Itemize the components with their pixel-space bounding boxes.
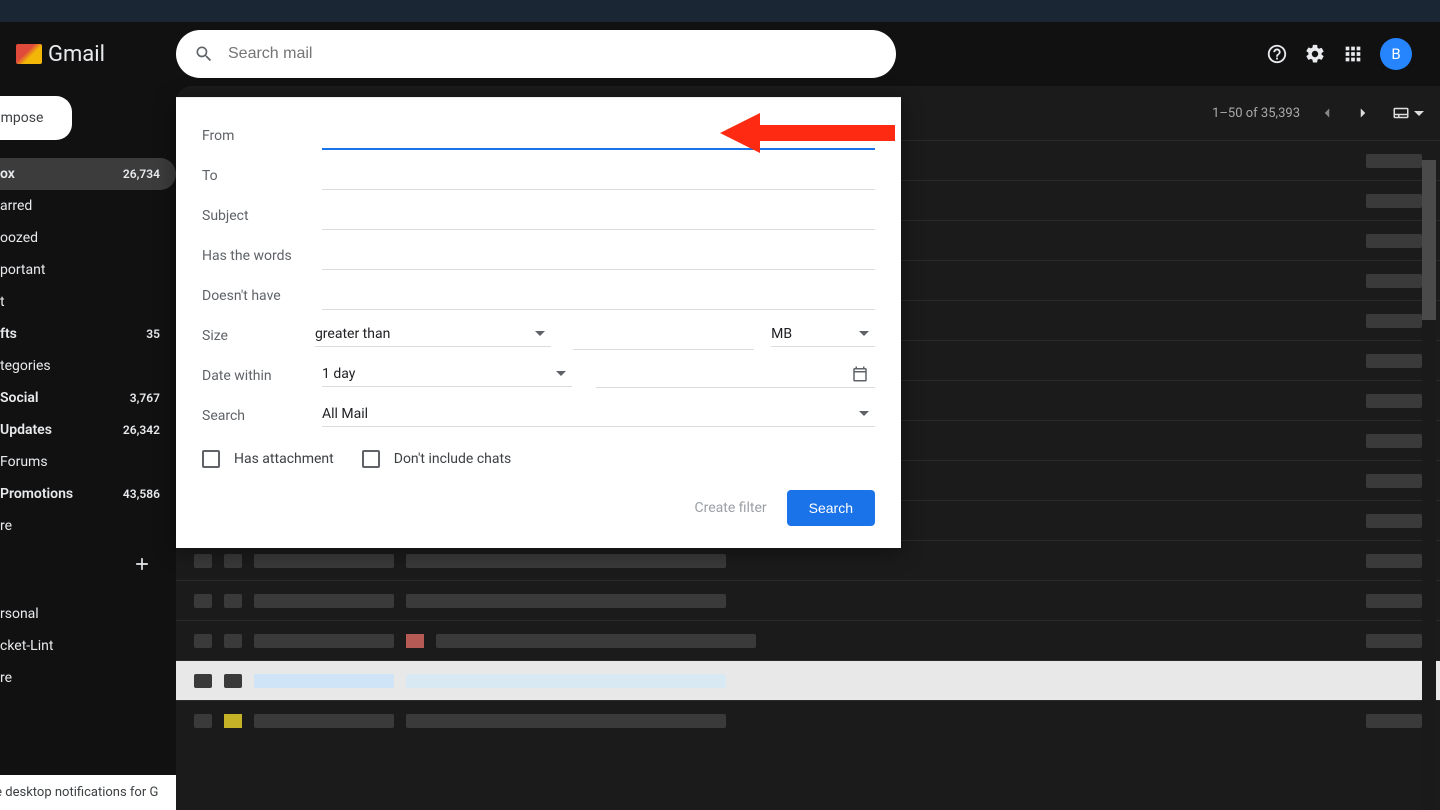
- search-input[interactable]: [228, 45, 878, 63]
- apps-grid-icon[interactable]: [1342, 43, 1364, 65]
- size-unit-select[interactable]: MB: [771, 326, 875, 347]
- sidebar-item-count: 26,734: [123, 167, 160, 181]
- sidebar-item-updates[interactable]: Updates26,342: [0, 414, 176, 446]
- gear-icon[interactable]: [1304, 43, 1326, 65]
- size-operator-select[interactable]: greater than: [315, 326, 551, 347]
- sidebar-item-starred[interactable]: arred: [0, 190, 176, 222]
- help-icon[interactable]: [1266, 43, 1288, 65]
- next-page-icon[interactable]: [1354, 104, 1372, 122]
- dont-include-chats-checkbox[interactable]: Don't include chats: [362, 450, 512, 468]
- sidebar-item-drafts[interactable]: fts35: [0, 318, 176, 350]
- calendar-icon: [851, 365, 869, 383]
- search-in-select[interactable]: All Mail: [322, 406, 875, 427]
- advanced-search-panel: From To Subject Has the words Doesn't ha…: [176, 97, 901, 548]
- sidebar-label-more[interactable]: re: [0, 662, 176, 694]
- size-label: Size: [202, 328, 315, 344]
- create-filter-button[interactable]: Create filter: [694, 500, 766, 516]
- subject-label: Subject: [202, 208, 322, 224]
- chevron-down-icon: [556, 371, 566, 376]
- from-label: From: [202, 128, 322, 144]
- gmail-logo[interactable]: Gmail: [16, 42, 176, 67]
- date-within-select[interactable]: 1 day: [322, 366, 572, 387]
- sidebar-item-more[interactable]: re: [0, 510, 176, 542]
- sidebar-item-categories[interactable]: tegories: [0, 350, 176, 382]
- size-value-input[interactable]: [573, 322, 754, 350]
- to-input[interactable]: [322, 162, 875, 190]
- table-row[interactable]: [176, 620, 1440, 660]
- sidebar-item-snoozed[interactable]: oozed: [0, 222, 176, 254]
- search-bar[interactable]: [176, 30, 896, 78]
- search-icon: [194, 44, 214, 64]
- sidebar-item-label: ox: [0, 166, 15, 182]
- app-header: Gmail B: [0, 22, 1440, 86]
- checkbox-icon: [202, 450, 220, 468]
- to-label: To: [202, 168, 322, 184]
- input-tools-button[interactable]: [1390, 104, 1424, 122]
- doesnt-have-label: Doesn't have: [202, 288, 322, 304]
- chevron-down-icon: [535, 331, 545, 336]
- checkbox-icon: [362, 450, 380, 468]
- chevron-down-icon: [859, 411, 869, 416]
- table-row[interactable]: [176, 660, 1440, 700]
- sidebar: mpose ox 26,734 arred oozed portant t ft…: [0, 86, 176, 810]
- sidebar-item-sent[interactable]: t: [0, 286, 176, 318]
- has-words-input[interactable]: [322, 242, 875, 270]
- table-row[interactable]: [176, 700, 1440, 740]
- doesnt-have-input[interactable]: [322, 282, 875, 310]
- search-button[interactable]: Search: [787, 490, 875, 526]
- sidebar-item-important[interactable]: portant: [0, 254, 176, 286]
- sidebar-item-promotions[interactable]: Promotions43,586: [0, 478, 176, 510]
- sidebar-item-social[interactable]: Social3,767: [0, 382, 176, 414]
- scrollbar-thumb[interactable]: [1422, 160, 1436, 320]
- sidebar-item-inbox[interactable]: ox 26,734: [0, 158, 176, 190]
- date-within-label: Date within: [202, 368, 322, 384]
- search-in-label: Search: [202, 408, 322, 424]
- subject-input[interactable]: [322, 202, 875, 230]
- prev-page-icon[interactable]: [1318, 104, 1336, 122]
- sidebar-label-pocketlint[interactable]: cket-Lint: [0, 630, 176, 662]
- compose-button[interactable]: mpose: [0, 96, 72, 140]
- account-avatar[interactable]: B: [1380, 38, 1412, 70]
- date-picker[interactable]: [596, 365, 875, 388]
- add-label-icon[interactable]: [132, 554, 152, 574]
- app-name: Gmail: [48, 42, 105, 67]
- gmail-icon: [16, 44, 42, 64]
- page-range: 1–50 of 35,393: [1212, 106, 1300, 121]
- sidebar-label-personal[interactable]: rsonal: [0, 598, 176, 630]
- sidebar-item-forums[interactable]: Forums: [0, 446, 176, 478]
- browser-url-bar: [0, 0, 1440, 22]
- chevron-down-icon: [859, 331, 869, 336]
- desktop-notification-banner[interactable]: le desktop notifications for G: [0, 775, 176, 810]
- table-row[interactable]: [176, 580, 1440, 620]
- from-input[interactable]: [322, 122, 875, 150]
- has-words-label: Has the words: [202, 248, 322, 264]
- has-attachment-checkbox[interactable]: Has attachment: [202, 450, 334, 468]
